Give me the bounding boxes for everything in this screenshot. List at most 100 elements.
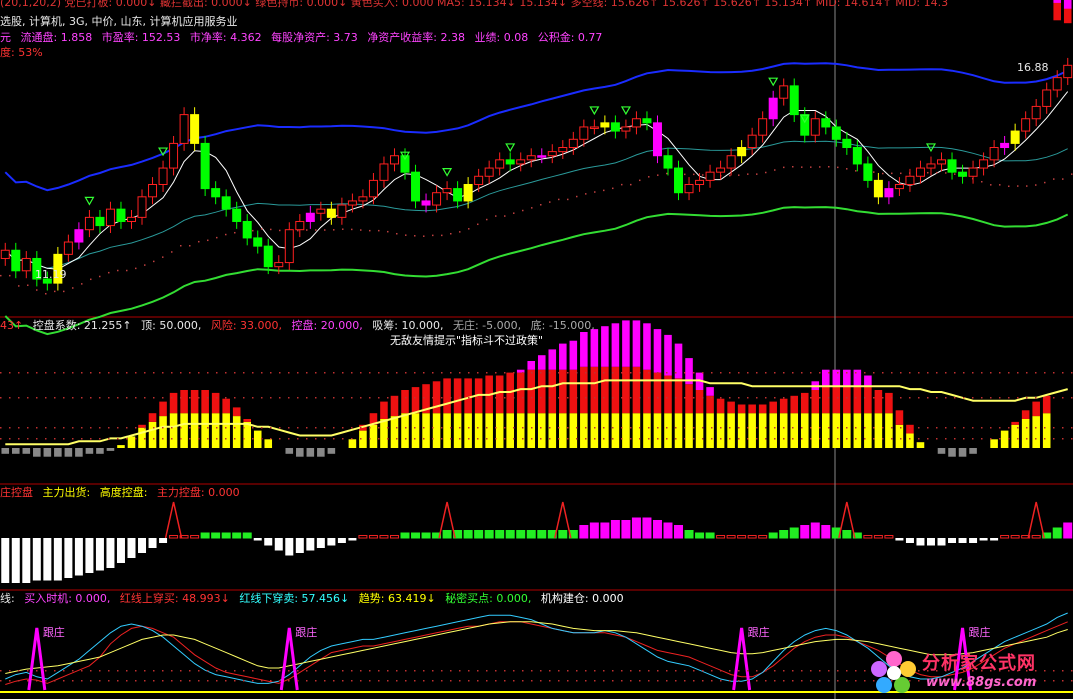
panel4-dot xyxy=(477,680,479,682)
bar-pos xyxy=(821,525,831,539)
threshold-dot xyxy=(711,438,713,440)
bar-white xyxy=(32,538,41,581)
panel4-dot xyxy=(171,680,173,682)
threshold-dot xyxy=(459,427,461,429)
bar-yellow xyxy=(117,445,125,448)
threshold-dot xyxy=(144,372,146,374)
bar-yellow xyxy=(401,413,409,448)
panel4-dot xyxy=(765,670,767,672)
threshold-dot xyxy=(792,372,794,374)
threshold-dot xyxy=(270,397,272,399)
candle-body xyxy=(568,138,578,149)
panel4-dot xyxy=(846,670,848,672)
threshold-dot xyxy=(252,438,254,440)
bar-yellow xyxy=(832,413,841,448)
panel4-dot xyxy=(684,670,686,672)
threshold-dot xyxy=(1053,438,1055,440)
threshold-dot xyxy=(135,397,137,399)
bar-white xyxy=(316,538,325,548)
threshold-dot xyxy=(117,372,119,374)
candle-body xyxy=(652,122,662,157)
bar-pos xyxy=(789,527,799,539)
threshold-dot xyxy=(972,438,974,440)
threshold-dot xyxy=(603,438,605,440)
threshold-dot xyxy=(45,397,47,399)
panel4-dot xyxy=(711,670,713,672)
candle-body xyxy=(242,220,252,239)
fund-reserve: 公积金: 0.77 xyxy=(537,31,603,44)
candle-body xyxy=(947,159,957,173)
panel4-dot xyxy=(63,680,65,682)
bar-yellow xyxy=(243,421,251,448)
threshold-dot xyxy=(756,427,758,429)
threshold-dot xyxy=(297,397,299,399)
panel4-dot xyxy=(675,670,677,672)
threshold-dot xyxy=(549,372,551,374)
candle-body xyxy=(621,126,631,132)
dotted-guide xyxy=(324,229,326,231)
panel4-dot xyxy=(351,670,353,672)
threshold-dot xyxy=(531,397,533,399)
threshold-dot xyxy=(594,427,596,429)
threshold-dot xyxy=(738,397,740,399)
panel4-dot xyxy=(405,680,407,682)
dotted-guide xyxy=(477,223,479,226)
threshold-dot xyxy=(225,427,227,429)
dotted-guide xyxy=(1008,185,1010,188)
bar-yellow xyxy=(527,413,536,448)
bar-red xyxy=(769,401,777,414)
panel4-dot xyxy=(441,680,443,682)
bar-red xyxy=(653,372,662,414)
threshold-dot xyxy=(882,372,884,374)
panel2-g: 无庄: -5.000, xyxy=(452,319,522,332)
threshold-dot xyxy=(351,372,353,374)
candle-body xyxy=(915,167,925,177)
panel4-dot xyxy=(225,670,227,672)
threshold-dot xyxy=(468,397,470,399)
threshold-dot xyxy=(459,438,461,440)
threshold-dot xyxy=(225,438,227,440)
bar-red xyxy=(537,369,546,414)
threshold-dot xyxy=(855,427,857,429)
threshold-dot xyxy=(828,427,830,429)
panel2-e: 控盘: 20.000, xyxy=(291,319,363,332)
panel4-dot xyxy=(630,680,632,682)
dotted-guide xyxy=(1035,184,1037,186)
fund-eps: 业绩: 0.08 xyxy=(474,31,529,44)
bar-red xyxy=(443,378,451,414)
threshold-dot xyxy=(936,372,938,374)
dotted-guide xyxy=(225,233,227,236)
panel4-dot xyxy=(153,670,155,672)
bar-white xyxy=(159,538,168,543)
threshold-dot xyxy=(567,397,569,399)
panel4-dot xyxy=(765,680,767,682)
panel4-dot xyxy=(567,680,569,682)
candle-body xyxy=(74,229,84,243)
threshold-dot xyxy=(72,372,74,374)
bar-negative xyxy=(96,448,104,454)
threshold-dot xyxy=(990,372,992,374)
dotted-guide xyxy=(891,172,893,175)
panel4-dot xyxy=(801,680,803,682)
panel3-header: 庄控盘 主力出货: 高度控盘: 主力控盘: 0.000 xyxy=(0,486,246,500)
threshold-dot xyxy=(27,438,29,440)
threshold-dot xyxy=(639,372,641,374)
bar-red xyxy=(864,387,872,414)
threshold-dot xyxy=(999,397,1001,399)
dotted-guide xyxy=(558,198,560,201)
threshold-dot xyxy=(216,438,218,440)
threshold-dot xyxy=(954,438,956,440)
threshold-dot xyxy=(234,438,236,440)
bar-negative xyxy=(106,448,115,451)
bar-magenta xyxy=(611,323,620,367)
threshold-dot xyxy=(918,397,920,399)
threshold-dot xyxy=(432,427,434,429)
bar-yellow xyxy=(737,413,746,448)
threshold-dot xyxy=(225,372,227,374)
threshold-dot xyxy=(522,438,524,440)
candle-body xyxy=(326,208,336,218)
threshold-dot xyxy=(1062,427,1064,429)
candle-body xyxy=(316,208,326,214)
bar-white xyxy=(148,538,157,548)
threshold-dot xyxy=(414,427,416,429)
